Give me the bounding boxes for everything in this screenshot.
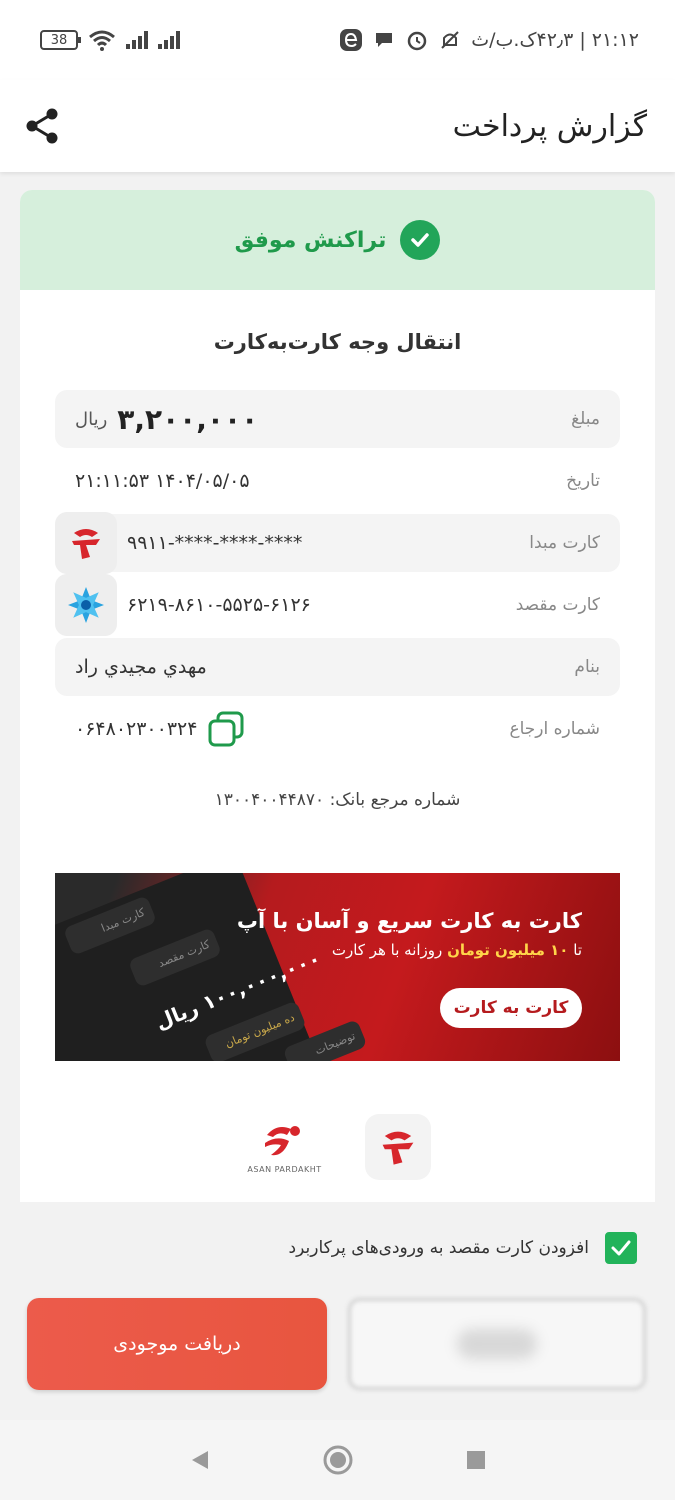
footer-logos: ASAN PARDAKHT bbox=[20, 1112, 655, 1182]
source-card-value: ۹۹۱۱-****-****-**** bbox=[55, 512, 303, 574]
date-row: تاریخ ۱۴۰۴/۰۵/۰۵ ۲۱:۱۱:۵۳ bbox=[55, 452, 620, 510]
dest-card-number: ۶۲۱۹-۸۶۱۰-۵۵۲۵-۶۱۲۶ bbox=[127, 594, 311, 616]
blurred-label bbox=[457, 1329, 537, 1359]
promo-card-to-card-button[interactable]: کارت به کارت bbox=[440, 988, 582, 1028]
success-check-icon bbox=[400, 220, 441, 260]
promo-sub-highlight: ۱۰ میلیون تومان bbox=[447, 941, 569, 959]
status-left: 38 bbox=[40, 29, 180, 51]
status-time: ۲۱:۱۲ | ۴۲٫۳ک.ب/ث bbox=[471, 29, 639, 51]
signal-icon-2 bbox=[158, 31, 180, 49]
system-nav-bar bbox=[0, 1420, 675, 1500]
chat-icon bbox=[376, 33, 393, 47]
app-e-icon bbox=[340, 29, 363, 51]
wifi-icon bbox=[89, 30, 115, 51]
name-label: بنام bbox=[574, 657, 600, 677]
status-bar: 38 ۲۱:۱۲ | ۴۲٫۳ک.ب/ث bbox=[0, 0, 675, 80]
amount-number: ۳,۲۰۰,۰۰۰ bbox=[117, 402, 259, 436]
save-dest-card-label: افزودن کارت مقصد به ورودی‌های پرکاربرد bbox=[288, 1238, 589, 1258]
amount-unit: ریال bbox=[75, 408, 108, 430]
asan-pardakht-logo: ASAN PARDAKHT bbox=[245, 1112, 325, 1182]
share-icon[interactable] bbox=[24, 107, 60, 145]
ref-label: شماره ارجاع bbox=[509, 719, 600, 739]
dest-card-value: ۶۲۱۹-۸۶۱۰-۵۵۲۵-۶۱۲۶ bbox=[55, 574, 311, 636]
source-card-label: کارت مبدا bbox=[529, 533, 600, 553]
source-card-row: کارت مبدا ۹۹۱۱-****-****-**** bbox=[55, 512, 620, 574]
alarm-icon bbox=[408, 31, 427, 51]
receipt-card: تراکنش موفق انتقال وجه کارت‌به‌کارت مبلغ… bbox=[20, 190, 655, 1202]
promo-title: کارت به کارت سریع و آسان با آپ bbox=[236, 909, 582, 933]
ref-row: شماره ارجاع ۰۶۴۸۰۲۳۰۰۳۲۴ bbox=[55, 700, 620, 758]
app-bar: گزارش پرداخت bbox=[0, 80, 675, 172]
details-list: مبلغ ۳,۲۰۰,۰۰۰ ریال تاریخ ۱۴۰۴/۰۵/۰۵ ۲۱:… bbox=[55, 390, 620, 762]
name-value: مهدي مجيدي راد bbox=[75, 656, 207, 678]
app-logo-icon bbox=[72, 529, 100, 559]
source-card-number: ۹۹۱۱-****-****-**** bbox=[127, 532, 303, 554]
flower-bank-icon bbox=[68, 587, 104, 623]
signal-icon bbox=[126, 31, 148, 49]
battery-icon: 38 bbox=[40, 30, 81, 50]
ref-value: ۰۶۴۸۰۲۳۰۰۳۲۴ bbox=[75, 710, 245, 748]
save-dest-card-checkbox[interactable] bbox=[605, 1232, 637, 1264]
ref-number: ۰۶۴۸۰۲۳۰۰۳۲۴ bbox=[75, 718, 198, 740]
bank-ref-number: شماره مرجع بانک: ۱۳۰۰۴۰۰۴۴۸۷۰ bbox=[214, 790, 461, 810]
promo-banner[interactable]: کارت مبدا کارت مقصد ۱۰۰,۰۰۰,۰۰۰ ریال ده … bbox=[55, 873, 620, 1061]
promo-subtitle: تا ۱۰ میلیون تومان روزانه با هر کارت bbox=[237, 941, 582, 959]
source-bank-logo bbox=[55, 512, 117, 574]
date-label: تاریخ bbox=[566, 471, 600, 491]
amount-row: مبلغ ۳,۲۰۰,۰۰۰ ریال bbox=[55, 390, 620, 448]
checkmark-icon bbox=[611, 1240, 631, 1256]
recents-icon[interactable] bbox=[464, 1448, 488, 1472]
promo-sub-suffix: روزانه با هر کارت bbox=[331, 941, 443, 959]
back-icon[interactable] bbox=[188, 1448, 212, 1472]
amount-value: ۳,۲۰۰,۰۰۰ ریال bbox=[75, 403, 258, 436]
battery-level: 38 bbox=[50, 32, 68, 48]
dest-bank-logo bbox=[55, 574, 117, 636]
dest-card-label: کارت مقصد bbox=[515, 595, 600, 615]
dest-card-row: کارت مقصد ۶۲۱۹-۸۶۱۰-۵۵۲۵-۶۱۲۶ bbox=[55, 574, 620, 636]
asan-logo-icon bbox=[264, 1125, 300, 1155]
mute-icon bbox=[441, 31, 459, 49]
copy-icon[interactable] bbox=[207, 710, 245, 748]
amount-label: مبلغ bbox=[571, 409, 600, 429]
name-row: بنام مهدي مجيدي راد bbox=[55, 638, 620, 696]
date-value: ۱۴۰۴/۰۵/۰۵ ۲۱:۱۱:۵۳ bbox=[75, 470, 250, 492]
blurred-button[interactable] bbox=[348, 1298, 646, 1390]
save-dest-card-option[interactable]: افزودن کارت مقصد به ورودی‌های پرکاربرد bbox=[289, 1232, 637, 1264]
page-title: گزارش پرداخت bbox=[452, 108, 647, 144]
app-brand-icon bbox=[382, 1131, 413, 1165]
app-logo bbox=[364, 1114, 431, 1180]
status-right: ۲۱:۱۲ | ۴۲٫۳ک.ب/ث bbox=[339, 28, 639, 52]
get-balance-button[interactable]: دریافت موجودی bbox=[27, 1298, 327, 1390]
home-icon[interactable] bbox=[322, 1444, 354, 1476]
promo-sub-prefix: تا bbox=[573, 941, 582, 959]
success-banner: تراکنش موفق bbox=[20, 190, 655, 290]
promo-text: کارت به کارت سریع و آسان با آپ تا ۱۰ میل… bbox=[237, 909, 582, 959]
asan-logo-text: ASAN PARDAKHT bbox=[247, 1164, 322, 1174]
transaction-type: انتقال وجه کارت‌به‌کارت bbox=[213, 330, 462, 354]
success-text: تراکنش موفق bbox=[234, 227, 387, 253]
